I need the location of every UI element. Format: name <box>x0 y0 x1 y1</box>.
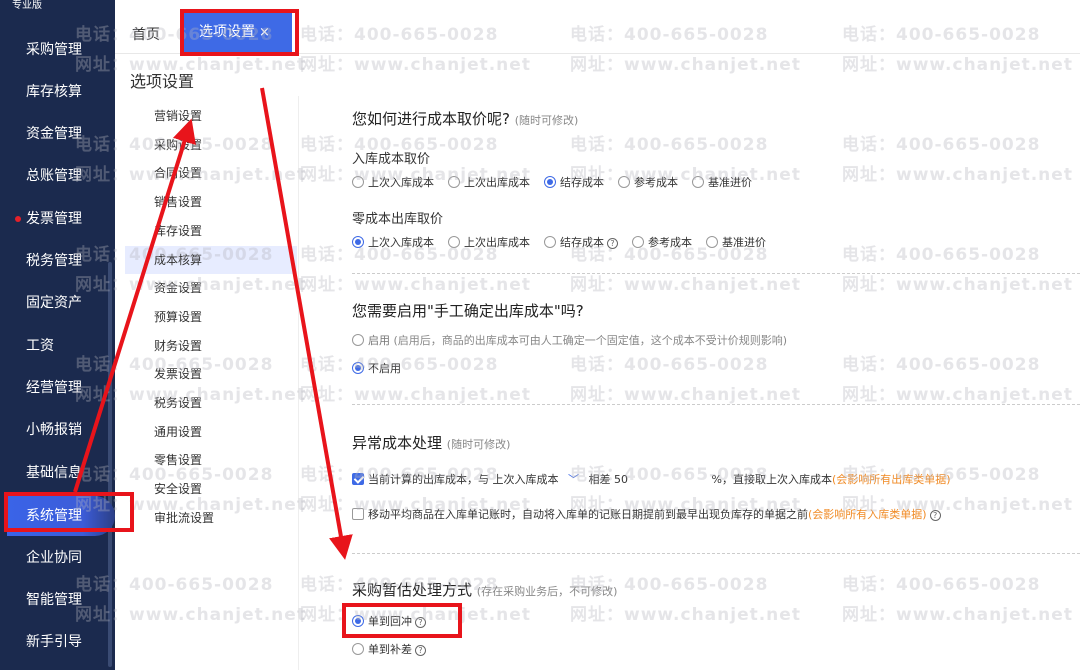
watermark-site: 网址：www.chanjet.net <box>300 495 531 515</box>
watermark-phone: 电话：400-665-0028 <box>75 135 274 155</box>
watermark-phone: 电话：400-665-0028 <box>300 355 499 375</box>
sidebar-item-label: 企业协同 <box>26 550 82 566</box>
watermark-phone: 电话：400-665-0028 <box>300 25 499 45</box>
help-icon[interactable]: ? <box>415 645 426 656</box>
cost-title-text: 您如何进行成本取价呢? <box>352 110 510 128</box>
sidebar-item-reimbursement[interactable]: 小畅报销 <box>0 410 115 450</box>
sidebar-item-label: 发票管理 <box>26 211 82 227</box>
notification-dot <box>15 216 21 222</box>
brand-label: 专业版 <box>12 0 42 11</box>
watermark-phone: 电话：400-665-0028 <box>300 465 499 485</box>
watermark-phone: 电话：400-665-0028 <box>570 25 769 45</box>
submenu-item[interactable]: 通用设置 <box>125 418 297 446</box>
cost-section-title: 您如何进行成本取价呢? (随时可修改) <box>352 108 578 129</box>
watermark-site: 网址：www.chanjet.net <box>842 55 1073 75</box>
app-root: 专业版 采购管理库存核算资金管理总账管理发票管理税务管理固定资产工资经营管理小畅… <box>0 0 1080 670</box>
watermark-phone: 电话：400-665-0028 <box>842 135 1041 155</box>
estimate-diff-radio[interactable] <box>352 643 364 655</box>
watermark-site: 网址：www.chanjet.net <box>75 605 306 625</box>
watermark-phone: 电话：400-665-0028 <box>842 25 1041 45</box>
watermark-site: 网址：www.chanjet.net <box>842 605 1073 625</box>
manual-enable-option[interactable]: 启用 (启用后，商品的出库成本可由人工确定一个固定值，这个成本不受计价规则影响) <box>352 332 787 348</box>
manual-enable-radio[interactable] <box>352 334 364 346</box>
zero-cost-label: 零成本出库取价 <box>352 212 444 227</box>
watermark-site: 网址：www.chanjet.net <box>570 275 801 295</box>
sidebar-item-label: 资金管理 <box>26 126 82 142</box>
watermark-phone: 电话：400-665-0028 <box>842 245 1041 265</box>
radio-button[interactable] <box>544 236 556 248</box>
annotation-box-estimate <box>342 603 462 638</box>
watermark-phone: 电话：400-665-0028 <box>300 575 499 595</box>
manual-enable-note: (启用后，商品的出库成本可由人工确定一个固定值，这个成本不受计价规则影响) <box>393 334 788 347</box>
watermark-site: 网址：www.chanjet.net <box>75 165 306 185</box>
sidebar-item-guide[interactable]: 新手引导 <box>0 622 115 662</box>
submenu-item[interactable]: 预算设置 <box>125 303 297 331</box>
watermark-phone: 电话：400-665-0028 <box>842 355 1041 375</box>
watermark-phone: 电话：400-665-0028 <box>75 465 274 485</box>
section-divider <box>352 553 1080 554</box>
abnormal-title-note: (随时可修改) <box>446 438 511 451</box>
watermark-site: 网址：www.chanjet.net <box>842 385 1073 405</box>
annotation-box-tab <box>180 9 299 56</box>
watermark-site: 网址：www.chanjet.net <box>570 55 801 75</box>
sidebar-item-label: 固定资产 <box>26 295 82 311</box>
manual-enable-label: 启用 <box>368 334 390 347</box>
watermark-phone: 电话：400-665-0028 <box>570 135 769 155</box>
manual-cost-title: 您需要启用"手工确定出库成本"吗? <box>352 302 584 320</box>
sidebar-item-label: 采购管理 <box>26 42 82 58</box>
abnormal-section-title: 异常成本处理 (随时可修改) <box>352 432 510 453</box>
watermark-phone: 电话：400-665-0028 <box>75 575 274 595</box>
watermark-site: 网址：www.chanjet.net <box>300 385 531 405</box>
sidebar-item-label: 税务管理 <box>26 253 82 269</box>
cost-basis-select[interactable]: 上次入库成本 <box>493 473 559 486</box>
watermark-phone: 电话：400-665-0028 <box>570 355 769 375</box>
watermark-site: 网址：www.chanjet.net <box>570 495 801 515</box>
sidebar-item-label: 新手引导 <box>26 634 82 650</box>
watermark-phone: 电话：400-665-0028 <box>75 355 274 375</box>
sidebar-item-label: 库存核算 <box>26 84 82 100</box>
watermark-site: 网址：www.chanjet.net <box>300 165 531 185</box>
sidebar-item-label: 经营管理 <box>26 380 82 396</box>
sidebar-item-label: 基础信息 <box>26 465 82 481</box>
submenu-item[interactable]: 营销设置 <box>125 102 297 130</box>
watermark-site: 网址：www.chanjet.net <box>75 275 306 295</box>
watermark-site: 网址：www.chanjet.net <box>300 275 531 295</box>
watermark-site: 网址：www.chanjet.net <box>842 495 1073 515</box>
watermark-site: 网址：www.chanjet.net <box>570 605 801 625</box>
watermark-phone: 电话：400-665-0028 <box>570 245 769 265</box>
watermark-phone: 电话：400-665-0028 <box>300 135 499 155</box>
sidebar-item-label: 小畅报销 <box>26 422 82 438</box>
watermark-phone: 电话：400-665-0028 <box>570 575 769 595</box>
abnormal-title-text: 异常成本处理 <box>352 434 443 452</box>
annotation-box-system <box>4 492 134 532</box>
watermark-site: 网址：www.chanjet.net <box>300 55 531 75</box>
watermark-site: 网址：www.chanjet.net <box>842 275 1073 295</box>
watermark-site: 网址：www.chanjet.net <box>570 165 801 185</box>
submenu-item[interactable]: 销售设置 <box>125 188 297 216</box>
watermark-phone: 电话：400-665-0028 <box>842 575 1041 595</box>
watermark-site: 网址：www.chanjet.net <box>75 385 306 405</box>
sidebar-item-label: 总账管理 <box>26 168 82 184</box>
watermark-site: 网址：www.chanjet.net <box>842 165 1073 185</box>
cost-title-note: (随时可修改) <box>514 114 579 127</box>
watermark-site: 网址：www.chanjet.net <box>570 385 801 405</box>
sidebar-item-inventory-accounting[interactable]: 库存核算 <box>0 72 115 112</box>
sidebar-item-label: 智能管理 <box>26 592 82 608</box>
watermark-phone: 电话：400-665-0028 <box>570 465 769 485</box>
radio-button[interactable] <box>544 176 556 188</box>
watermark-phone: 电话：400-665-0028 <box>842 465 1041 485</box>
estimate-diff-label: 单到补差 <box>368 643 412 656</box>
estimate-option-diff[interactable]: 单到补差? <box>352 641 426 657</box>
watermark-phone: 电话：400-665-0028 <box>75 245 274 265</box>
sidebar-item-invoice[interactable]: 发票管理 <box>0 199 115 239</box>
watermark-phone: 电话：400-665-0028 <box>300 245 499 265</box>
sidebar-item-label: 工资 <box>26 338 54 354</box>
